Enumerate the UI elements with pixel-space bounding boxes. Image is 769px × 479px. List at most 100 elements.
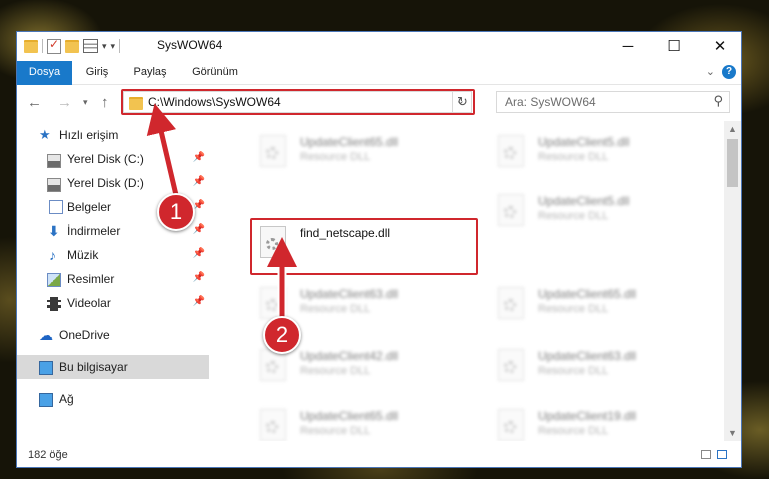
nav-item-onedrive[interactable]: ☁ OneDrive — [17, 323, 209, 347]
file-item[interactable]: UpdateClient63.dll Resource DLL — [488, 341, 718, 397]
pictures-icon — [47, 273, 61, 287]
tab-share[interactable]: Paylaş — [127, 61, 173, 84]
window-title: SysWOW64 — [157, 38, 223, 52]
nav-item-label: Bu bilgisayar — [59, 360, 128, 374]
scroll-up-arrow-icon[interactable]: ▲ — [724, 121, 741, 137]
title-bar: ▾ ▾ SysWOW64 ─ ☐ ✕ — [17, 32, 741, 61]
search-icon: ⚲ — [713, 93, 723, 108]
nav-item-label: OneDrive — [59, 328, 110, 342]
dll-file-icon — [260, 409, 286, 441]
nav-item-this-pc[interactable]: Bu bilgisayar — [17, 355, 209, 379]
chevron-down-icon[interactable]: ⌄ — [706, 65, 715, 78]
dll-file-icon — [498, 287, 524, 319]
address-highlight-box — [121, 89, 475, 115]
onedrive-icon: ☁ — [39, 327, 53, 343]
nav-item-label: Yerel Disk (D:) — [67, 176, 144, 190]
nav-item-label: Videolar — [67, 296, 111, 310]
nav-item-music[interactable]: ♪ Müzik 📌 — [17, 243, 209, 267]
divider — [119, 39, 121, 53]
downloads-icon: ⬇ — [48, 223, 60, 239]
file-name: UpdateClient65.dll — [300, 135, 399, 149]
file-name: UpdateClient65.dll — [300, 409, 399, 423]
nav-item-label: Müzik — [67, 248, 99, 262]
dll-file-icon — [498, 135, 524, 167]
file-item[interactable]: UpdateClient65.dll Resource DLL — [488, 279, 718, 335]
file-highlight-box — [250, 218, 478, 275]
minimize-button[interactable]: ─ — [605, 32, 651, 61]
pin-icon[interactable]: 📌 — [193, 296, 205, 307]
help-icon[interactable]: ? — [722, 65, 736, 79]
nav-item-local-disk-d[interactable]: Yerel Disk (D:) 📌 — [17, 171, 209, 195]
address-row: ← → ▾ ↑ C:\Windows\SysWOW64 ⌄ ↻ Ara: Sys… — [17, 85, 741, 121]
step-2-badge: 2 — [263, 316, 301, 354]
file-list: UpdateClient65.dll Resource DLL find_net… — [210, 121, 724, 441]
pin-icon[interactable]: 📌 — [193, 272, 205, 283]
step-1-badge: 1 — [157, 193, 195, 231]
divider — [42, 39, 43, 53]
search-box[interactable]: Ara: SysWOW64 ⚲ — [496, 91, 730, 113]
pin-icon[interactable]: 📌 — [193, 152, 205, 163]
nav-item-local-disk-c[interactable]: Yerel Disk (C:) 📌 — [17, 147, 209, 171]
pin-icon[interactable]: 📌 — [193, 248, 205, 259]
nav-item-network[interactable]: Ağ — [17, 387, 209, 411]
recent-locations-icon[interactable]: ▾ — [83, 97, 88, 108]
file-name: UpdateClient5.dll — [538, 194, 630, 208]
nav-item-pictures[interactable]: Resimler 📌 — [17, 267, 209, 291]
navigation-pane: ★ Hızlı erişim Yerel Disk (C:) 📌 Yerel D… — [17, 121, 209, 441]
file-type: Resource DLL — [300, 425, 371, 437]
file-type: Resource DLL — [538, 210, 609, 222]
nav-item-quick-access[interactable]: ★ Hızlı erişim — [17, 123, 209, 147]
properties-icon[interactable] — [83, 39, 98, 53]
nav-item-label: Belgeler — [67, 200, 112, 214]
ribbon: Dosya Giriş Paylaş Görünüm ⌄ ? — [17, 61, 741, 117]
file-name: UpdateClient63.dll — [538, 349, 637, 363]
this-pc-icon — [39, 361, 53, 375]
tab-home[interactable]: Giriş — [79, 61, 115, 84]
up-arrow-icon[interactable]: ↑ — [101, 94, 109, 111]
file-name: UpdateClient5.dll — [538, 135, 630, 149]
nav-item-label: Resimler — [67, 272, 115, 286]
checkmark-icon[interactable] — [47, 37, 61, 54]
pin-icon[interactable]: 📌 — [193, 176, 205, 187]
file-item[interactable]: UpdateClient65.dll Resource DLL — [250, 401, 480, 441]
scroll-down-arrow-icon[interactable]: ▼ — [724, 425, 741, 441]
dll-file-icon — [498, 194, 524, 226]
file-type: Resource DLL — [538, 425, 609, 437]
network-icon — [39, 393, 53, 407]
nav-item-label: Ağ — [59, 392, 74, 406]
file-type: Resource DLL — [538, 303, 609, 315]
back-arrow-icon[interactable]: ← — [27, 94, 42, 111]
search-input[interactable]: Ara: SysWOW64 — [505, 95, 596, 109]
close-button[interactable]: ✕ — [697, 32, 741, 61]
file-type: Resource DLL — [538, 151, 609, 163]
quick-access-toolbar: ▾ ▾ — [24, 37, 121, 55]
drive-icon — [47, 154, 61, 168]
chevron-down-icon[interactable]: ▾ — [102, 41, 107, 52]
scrollbar-thumb[interactable] — [727, 139, 738, 187]
item-count: 182 öğe — [28, 449, 68, 461]
videos-icon — [47, 297, 61, 311]
nav-item-videos[interactable]: Videolar 📌 — [17, 291, 209, 315]
file-name: UpdateClient65.dll — [538, 287, 637, 301]
details-view-icon[interactable] — [701, 450, 711, 459]
pin-icon[interactable]: 📌 — [193, 224, 205, 235]
file-item[interactable]: UpdateClient5.dll Resource DLL — [488, 186, 718, 242]
status-bar: 182 öğe — [17, 441, 741, 467]
file-item[interactable]: UpdateClient65.dll Resource DLL — [250, 127, 480, 183]
customize-toolbar-icon[interactable]: ▾ — [111, 41, 116, 52]
documents-icon — [49, 200, 63, 214]
file-item[interactable]: UpdateClient19.dll Resource DLL — [488, 401, 718, 441]
new-folder-icon[interactable] — [65, 39, 79, 53]
forward-arrow-icon[interactable]: → — [57, 94, 72, 111]
file-type: Resource DLL — [300, 303, 371, 315]
file-item[interactable]: UpdateClient5.dll Resource DLL — [488, 127, 718, 183]
vertical-scrollbar[interactable]: ▲ ▼ — [724, 121, 741, 441]
large-icons-view-icon[interactable] — [717, 450, 727, 459]
dll-file-icon — [260, 135, 286, 167]
tab-view[interactable]: Görünüm — [185, 61, 245, 84]
folder-icon[interactable] — [24, 39, 38, 53]
nav-item-label: Yerel Disk (C:) — [67, 152, 144, 166]
file-type: Resource DLL — [538, 365, 609, 377]
maximize-button[interactable]: ☐ — [651, 32, 697, 61]
explorer-window: ▾ ▾ SysWOW64 ─ ☐ ✕ Dosya Giriş Paylaş Gö… — [16, 31, 742, 468]
